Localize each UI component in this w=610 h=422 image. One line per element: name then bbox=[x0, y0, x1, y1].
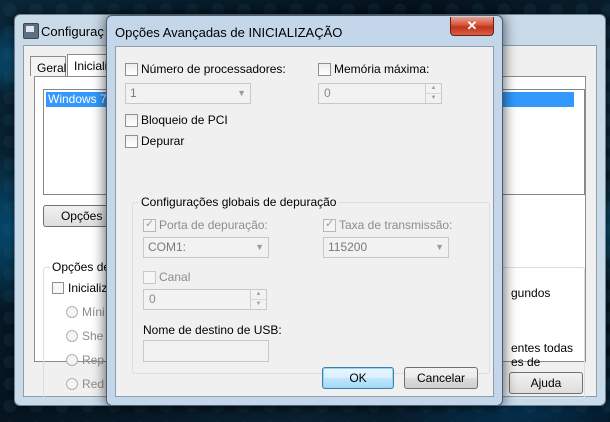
spin-up-icon[interactable]: ▲ bbox=[426, 84, 441, 94]
debug-port-checkbox[interactable] bbox=[143, 217, 156, 232]
channel-label: Canal bbox=[159, 270, 191, 284]
debug-port-value: COM1: bbox=[148, 240, 187, 254]
usb-target-label: Nome de destino de USB: bbox=[143, 323, 282, 337]
pci-lock-checkbox[interactable] bbox=[125, 114, 138, 127]
chevron-down-icon: ▼ bbox=[435, 242, 444, 252]
radio-network-label: Red bbox=[82, 377, 105, 391]
dialog-body: Número de processadores: 1 ▼ Memória máx… bbox=[115, 46, 494, 397]
cancel-button[interactable]: Cancelar bbox=[404, 367, 478, 389]
safe-boot-label: Inicializ bbox=[68, 281, 108, 295]
radio-minimal[interactable] bbox=[66, 306, 78, 318]
channel-value: 0 bbox=[149, 292, 156, 306]
baud-rate-value: 115200 bbox=[328, 240, 368, 254]
num-processors-checkbox[interactable] bbox=[125, 63, 138, 76]
radio-repair-label: Rep bbox=[82, 353, 105, 367]
close-icon: ✕ bbox=[466, 18, 478, 33]
channel-spinner[interactable]: 0 ▲ ▼ bbox=[143, 289, 267, 310]
ok-button[interactable]: OK bbox=[322, 367, 394, 389]
tab-general[interactable]: Geral bbox=[30, 56, 66, 76]
debug-port-label: Porta de depuração: bbox=[159, 218, 268, 232]
chevron-down-icon: ▼ bbox=[255, 242, 264, 252]
spin-down-icon[interactable]: ▼ bbox=[426, 94, 441, 103]
system-config-app-icon bbox=[23, 23, 39, 39]
debug-settings-group: Configurações globais de depuração Porta… bbox=[132, 195, 490, 374]
chevron-down-icon: ▼ bbox=[237, 88, 246, 98]
max-memory-checkbox[interactable] bbox=[318, 63, 331, 76]
close-button[interactable]: ✕ bbox=[450, 17, 494, 36]
debug-checkbox[interactable] bbox=[125, 135, 138, 148]
num-processors-select[interactable]: 1 ▼ bbox=[125, 83, 251, 104]
radio-network[interactable] bbox=[66, 378, 78, 390]
max-memory-label: Memória máxima: bbox=[334, 62, 430, 76]
safe-boot-checkbox[interactable] bbox=[52, 282, 64, 294]
radio-shell[interactable] bbox=[66, 330, 78, 342]
timeout-seconds-label: gundos bbox=[511, 286, 551, 300]
spin-up-icon[interactable]: ▲ bbox=[251, 290, 266, 300]
help-button[interactable]: Ajuda bbox=[509, 372, 583, 394]
spin-down-icon[interactable]: ▼ bbox=[251, 300, 266, 309]
radio-repair[interactable] bbox=[66, 354, 78, 366]
debug-label: Depurar bbox=[141, 134, 185, 148]
max-memory-value: 0 bbox=[324, 86, 331, 100]
baud-rate-label: Taxa de transmissão: bbox=[339, 218, 453, 232]
radio-shell-label: She bbox=[82, 329, 104, 343]
pci-lock-label: Bloqueio de PCI bbox=[141, 113, 228, 127]
baud-rate-select[interactable]: 115200 ▼ bbox=[323, 237, 449, 258]
num-processors-label: Número de processadores: bbox=[141, 62, 286, 76]
system-config-title: Configuraç bbox=[41, 24, 104, 39]
debug-settings-title: Configurações globais de depuração bbox=[139, 195, 339, 209]
radio-minimal-label: Míni bbox=[82, 305, 105, 319]
make-permanent-label-2: es de bbox=[511, 355, 541, 369]
num-processors-value: 1 bbox=[130, 86, 137, 100]
channel-checkbox[interactable] bbox=[143, 271, 156, 284]
max-memory-spinner[interactable]: 0 ▲ ▼ bbox=[318, 83, 442, 104]
baud-rate-checkbox[interactable] bbox=[323, 217, 336, 232]
usb-target-input[interactable] bbox=[143, 340, 269, 362]
debug-port-select[interactable]: COM1: ▼ bbox=[143, 237, 269, 258]
dialog-title: Opções Avançadas de INICIALIZAÇÃO bbox=[115, 25, 343, 40]
make-permanent-label-1: entes todas bbox=[511, 341, 574, 355]
advanced-boot-options-dialog: Opções Avançadas de INICIALIZAÇÃO ✕ Núme… bbox=[106, 15, 503, 406]
